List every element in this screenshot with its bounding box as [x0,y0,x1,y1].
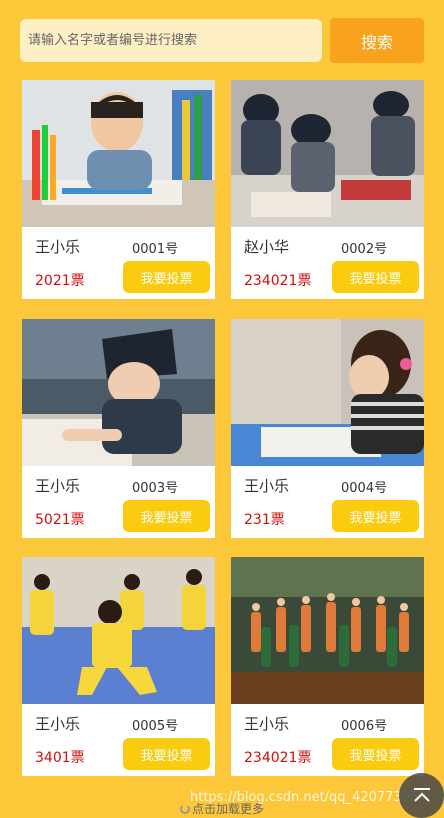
vote-count: 2021票 [35,273,85,289]
search-bar: 搜索 [20,18,424,63]
contestant-photo[interactable] [231,557,424,704]
vote-count: 231票 [244,512,285,528]
arrow-up-icon [413,787,430,802]
contestant-card: 王小乐 0003号 5021票 我要投票 [22,319,215,538]
contestant-number: 0002号 [341,242,388,257]
contestant-name: 赵小华 [244,238,290,256]
vote-button[interactable]: 我要投票 [332,500,419,532]
vote-count: 234021票 [244,273,312,289]
contestant-photo[interactable] [231,319,424,466]
contestant-number: 0003号 [132,481,179,496]
contestant-card: 王小乐 0004号 231票 我要投票 [231,319,424,538]
contestant-number: 0005号 [132,719,179,734]
contestant-name: 王小乐 [35,477,81,495]
contestant-photo[interactable] [231,80,424,227]
contestant-number: 0004号 [341,481,388,496]
contestant-name: 王小乐 [35,238,81,256]
contestant-photo[interactable] [22,319,215,466]
vote-button[interactable]: 我要投票 [332,738,419,770]
contestant-number: 0001号 [132,242,179,257]
search-input[interactable] [20,19,322,62]
search-button[interactable]: 搜索 [330,18,424,63]
vote-button[interactable]: 我要投票 [332,261,419,293]
contestant-card: 王小乐 0001号 2021票 我要投票 [22,80,215,299]
contestant-number: 0006号 [341,719,388,734]
contestant-name: 王小乐 [244,477,290,495]
contestant-name: 王小乐 [244,715,290,733]
contestant-name: 王小乐 [35,715,81,733]
contestant-photo[interactable] [22,80,215,227]
contestant-photo[interactable] [22,557,215,704]
vote-button[interactable]: 我要投票 [123,261,210,293]
vote-count: 234021票 [244,750,312,766]
contestant-card: 赵小华 0002号 234021票 我要投票 [231,80,424,299]
vote-count: 5021票 [35,512,85,528]
vote-button[interactable]: 我要投票 [123,500,210,532]
vote-count: 3401票 [35,750,85,766]
watermark: https://blog.csdn.net/qq_42077395 [190,790,419,805]
contestant-card: 王小乐 0005号 3401票 我要投票 [22,557,215,776]
back-to-top-button[interactable] [399,773,444,818]
spinner-icon [180,803,190,814]
vote-button[interactable]: 我要投票 [123,738,210,770]
contestant-card: 王小乐 0006号 234021票 我要投票 [231,557,424,776]
